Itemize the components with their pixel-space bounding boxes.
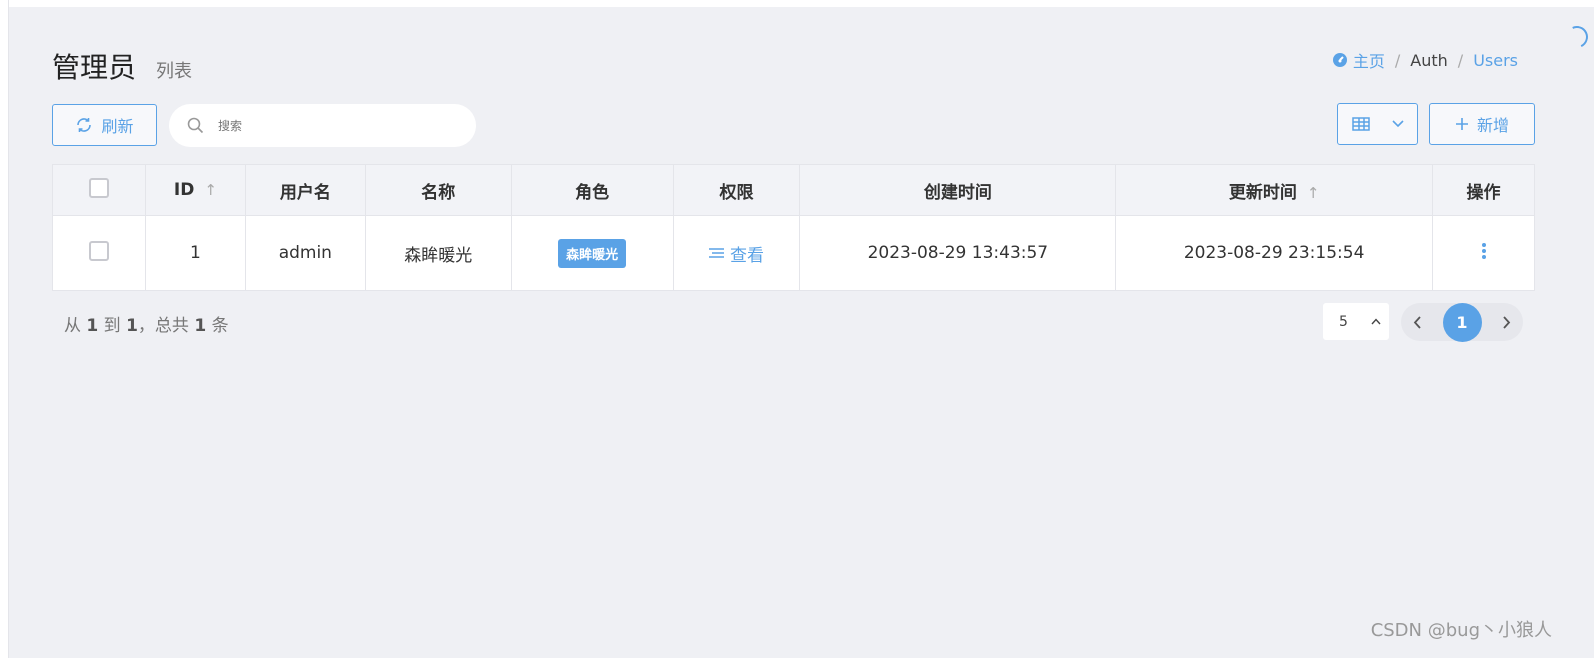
cell-id: 1 xyxy=(144,215,246,291)
users-table: ID ↑ 用户名 名称 角色 权限 创建时间 更新时间 ↑ 操作 1 admin 森… xyxy=(52,164,1535,291)
dashboard-icon xyxy=(1332,53,1347,67)
column-header-role: 角色 xyxy=(510,164,674,216)
refresh-label: 刷新 xyxy=(101,117,134,136)
summary-to: 1 xyxy=(126,316,138,336)
column-header-updated-label: 更新时间 xyxy=(1228,182,1297,203)
per-page-select[interactable]: 5 xyxy=(1323,303,1389,340)
role-badge: 森眸暖光 xyxy=(558,238,627,268)
column-header-created: 创建时间 xyxy=(799,164,1117,216)
more-vertical-icon[interactable] xyxy=(1481,242,1487,260)
summary-unit: 条 xyxy=(211,316,229,336)
chevron-right-icon[interactable] xyxy=(1502,315,1511,329)
row-select-cell xyxy=(52,215,146,291)
breadcrumb-separator: / xyxy=(1457,50,1464,70)
chevron-down-icon xyxy=(1391,120,1404,128)
breadcrumb-separator: / xyxy=(1394,50,1401,70)
pagination-summary: 从 1 到 1，总共 1 条 xyxy=(64,311,229,336)
table-header-row: ID ↑ 用户名 名称 角色 权限 创建时间 更新时间 ↑ 操作 xyxy=(52,164,1535,216)
summary-total: 1 xyxy=(194,316,207,336)
refresh-button[interactable]: 刷新 xyxy=(52,104,157,146)
table-icon xyxy=(1351,117,1370,131)
watermark: CSDN @bug丶小狼人 xyxy=(1370,620,1552,641)
row-checkbox[interactable] xyxy=(88,240,109,261)
column-selector-button[interactable] xyxy=(1337,103,1418,145)
page-title: 管理员 xyxy=(52,51,137,84)
cell-role: 森眸暖光 xyxy=(510,215,674,291)
view-permissions-link[interactable]: 查看 xyxy=(709,241,764,266)
column-header-name: 名称 xyxy=(364,164,512,216)
top-bar xyxy=(0,0,1594,7)
cell-name: 森眸暖光 xyxy=(364,215,512,291)
column-header-username: 用户名 xyxy=(244,164,366,216)
left-sidebar-edge xyxy=(0,0,9,658)
add-button[interactable]: 新增 xyxy=(1429,103,1535,145)
search-input[interactable] xyxy=(218,118,448,133)
table-row: 1 admin 森眸暖光 森眸暖光 查看 2023-08-29 13:43:57… xyxy=(52,215,1535,291)
cell-updated: 2023-08-29 23:15:54 xyxy=(1115,215,1434,291)
refresh-icon xyxy=(77,118,92,132)
breadcrumb-home-label: 主页 xyxy=(1352,52,1385,71)
page-subtitle: 列表 xyxy=(156,61,192,82)
add-label: 新增 xyxy=(1476,116,1509,135)
search-icon xyxy=(187,117,204,134)
list-icon xyxy=(709,248,724,258)
select-all-cell xyxy=(52,164,146,216)
column-header-permission: 权限 xyxy=(672,164,801,216)
cell-created: 2023-08-29 13:43:57 xyxy=(799,215,1117,291)
breadcrumb-auth: Auth xyxy=(1410,50,1448,70)
column-header-id[interactable]: ID ↑ xyxy=(144,164,246,216)
cell-actions xyxy=(1432,215,1535,291)
column-header-id-label: ID xyxy=(173,180,195,200)
page-button-current[interactable]: 1 xyxy=(1442,302,1482,342)
sort-arrow-icon[interactable]: ↑ xyxy=(1307,184,1320,202)
summary-from-label: 从 xyxy=(64,316,81,336)
cell-permission: 查看 xyxy=(672,215,801,291)
cell-username: admin xyxy=(244,215,366,291)
breadcrumb: 主页 / Auth / Users xyxy=(1332,48,1518,72)
summary-to-label: 到 xyxy=(103,316,121,336)
sort-arrow-icon[interactable]: ↑ xyxy=(204,181,217,199)
plus-icon xyxy=(1455,118,1468,130)
select-all-checkbox[interactable] xyxy=(88,177,109,198)
chevron-left-icon[interactable] xyxy=(1413,315,1422,329)
breadcrumb-home[interactable]: 主页 xyxy=(1332,48,1385,72)
column-header-updated[interactable]: 更新时间 ↑ xyxy=(1115,164,1434,216)
per-page-value: 5 xyxy=(1339,313,1348,330)
view-permissions-label: 查看 xyxy=(730,245,764,266)
summary-from: 1 xyxy=(86,316,99,336)
column-header-actions: 操作 xyxy=(1432,164,1535,216)
search-box[interactable] xyxy=(169,104,476,147)
pagination: 1 xyxy=(1401,302,1523,342)
breadcrumb-users[interactable]: Users xyxy=(1473,51,1518,70)
summary-total-label: ，总共 xyxy=(137,316,189,336)
chevron-up-icon xyxy=(1371,318,1381,325)
